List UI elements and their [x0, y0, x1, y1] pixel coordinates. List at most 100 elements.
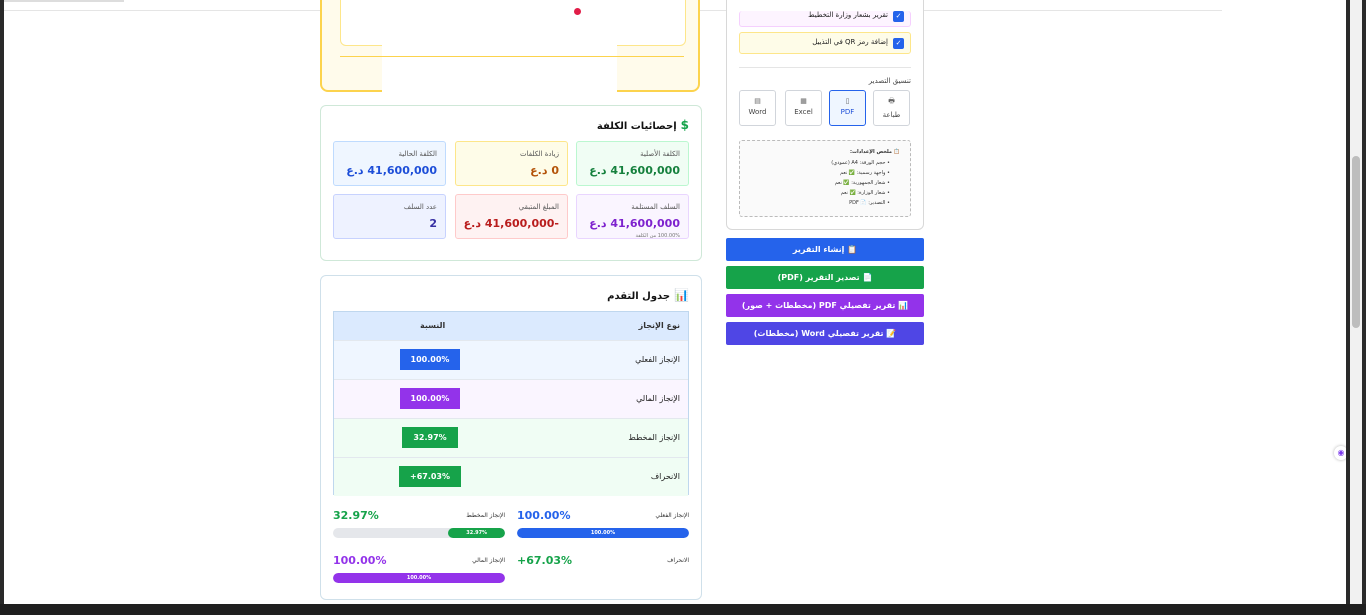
table-row: الإنجاز الفعلي 100.00% — [334, 340, 688, 379]
excel-icon: ▦ — [800, 97, 807, 105]
action-button[interactable]: 📊 تقرير تفصيلي PDF (مخططات + صور) — [726, 294, 924, 317]
progress-bar-fill: 32.97% — [448, 528, 505, 538]
progress-bar-fill: 100.00% — [333, 573, 505, 583]
stat-label: المبلغ المتبقي — [518, 203, 559, 211]
report-preview-card — [320, 0, 700, 96]
row-name: الانحراف — [650, 472, 680, 481]
settings-checkbox-row[interactable]: ✓ إضافة رمز QR في التذييل — [739, 32, 911, 54]
action-button[interactable]: 📋 إنشاء التقرير — [726, 238, 924, 261]
header-percent: النسبة — [420, 321, 446, 330]
top-tab-stub — [4, 0, 124, 2]
assistant-icon[interactable]: ◉ — [1334, 446, 1346, 460]
header-type: نوع الإنجاز — [638, 321, 680, 330]
progress-bar-value: +67.03% — [517, 554, 573, 567]
stat-label: السلف المستلمة — [631, 203, 680, 211]
format-option-label: PDF — [840, 108, 855, 116]
format-option-label: طباعة — [882, 111, 901, 119]
stat-box: السلف المستلمة 41,600,000 د.ع 100.00% من ا… — [576, 194, 689, 239]
browser-viewport: $إحصائيات الكلفة الكلفة الأصلية 41,600,00… — [4, 0, 1346, 604]
preview-divider — [340, 56, 684, 57]
summary-line: • حجم الورقة: A4 (عمودي) — [831, 160, 890, 166]
progress-table: نوع الإنجاز النسبة الإنجاز الفعلي 100.00%… — [333, 311, 689, 496]
stat-label: عدد السلف — [403, 203, 437, 211]
dollar-icon: $ — [680, 118, 689, 132]
summary-line: • شعار الجمهورية: ✅ نعم — [834, 180, 890, 186]
stat-label: الكلفة الأصلية — [640, 150, 680, 158]
row-percent-badge: 100.00% — [400, 349, 460, 370]
printer-icon: 🖶 — [888, 97, 895, 105]
progress-bar-value: 100.00% — [517, 509, 571, 522]
row-name: الإنجاز الفعلي — [635, 355, 680, 364]
progress-bar-block: الإنجاز الفعلي 100.00% 100.00% — [517, 509, 689, 541]
report-preview-image — [382, 0, 617, 96]
stat-box: المبلغ المتبقي -41,600,000 د.ع — [455, 194, 568, 239]
bar-chart-icon: 📊 — [674, 288, 689, 302]
format-option-label: Word — [748, 108, 767, 116]
stat-box: زيادة الكلفات 0 د.ع — [455, 141, 568, 186]
summary-line: • التصدير: 📄 PDF — [849, 200, 890, 206]
stat-box: الكلفة الحالية 41,600,000 د.ع — [333, 141, 446, 186]
stat-value: 41,600,000 د.ع — [346, 164, 437, 177]
progress-bar-block: الإنجاز المالي 100.00% 100.00% — [333, 554, 505, 586]
stat-box: الكلفة الأصلية 41,600,000 د.ع — [576, 141, 689, 186]
export-format-label: تنسيق التصدير — [868, 77, 911, 85]
scrollbar-thumb[interactable] — [1352, 156, 1360, 328]
format-option-طباعة[interactable]: 🖶 طباعة — [873, 90, 910, 126]
row-name: الإنجاز المخطط — [628, 433, 680, 442]
row-name: الإنجاز المالي — [636, 394, 680, 403]
settings-checkbox-row[interactable]: ✓ تقرير بشعار وزارة التخطيط — [739, 11, 911, 27]
progress-bar-label: الإنجاز المالي — [472, 557, 505, 564]
stat-box: عدد السلف 2 — [333, 194, 446, 239]
stat-label: الكلفة الحالية — [398, 150, 437, 158]
progress-table-title: 📊جدول التقدم — [607, 288, 689, 302]
stat-value: -41,600,000 د.ع — [463, 217, 559, 230]
checkbox-label: إضافة رمز QR في التذييل — [812, 38, 888, 46]
progress-bar-value: 32.97% — [333, 509, 379, 522]
settings-divider — [739, 67, 911, 68]
progress-bar-track: 32.97% — [333, 528, 505, 538]
stat-value: 41,600,000 د.ع — [589, 164, 680, 177]
action-button[interactable]: 📄 تصدير التقرير (PDF) — [726, 266, 924, 289]
format-option-word[interactable]: ▤ Word — [739, 90, 776, 126]
taskbar — [0, 604, 1366, 615]
summary-title: 📋 ملخص الإعدادات: — [849, 149, 900, 155]
progress-bar-label: الانحراف — [667, 557, 689, 564]
pdf-file-icon: ▯ — [845, 97, 850, 105]
cost-stats-card: $إحصائيات الكلفة الكلفة الأصلية 41,600,00… — [320, 105, 702, 261]
row-percent-badge: +67.03% — [399, 466, 461, 487]
progress-bar-label: الإنجاز الفعلي — [655, 512, 689, 519]
progress-bar-label: الإنجاز المخطط — [466, 512, 505, 519]
summary-line: • شعار الوزارة: ✅ نعم — [840, 190, 890, 196]
table-row: الانحراف +67.03% — [334, 457, 688, 496]
row-percent-badge: 32.97% — [402, 427, 458, 448]
table-header: نوع الإنجاز النسبة — [334, 312, 688, 340]
word-icon: ▤ — [754, 97, 761, 105]
stat-value: 2 — [429, 217, 437, 230]
stat-label: زيادة الكلفات — [520, 150, 559, 158]
progress-bar-track: 100.00% — [333, 573, 505, 583]
stat-subtext: 100.00% من الكلفة — [635, 233, 680, 239]
progress-table-card: 📊جدول التقدم نوع الإنجاز النسبة الإنجاز … — [320, 275, 702, 600]
stat-value: 0 د.ع — [530, 164, 559, 177]
cost-stats-title: $إحصائيات الكلفة — [596, 118, 689, 132]
row-percent-badge: 100.00% — [400, 388, 460, 409]
table-row: الإنجاز المالي 100.00% — [334, 379, 688, 418]
stat-value: 41,600,000 د.ع — [589, 217, 680, 230]
summary-line: • واجهة رسمية: ✅ نعم — [840, 170, 890, 176]
checkbox-label: تقرير بشعار وزارة التخطيط — [808, 11, 888, 19]
progress-bar-block: الانحراف +67.03% — [517, 554, 689, 586]
progress-bar-value: 100.00% — [333, 554, 387, 567]
logo-fragment-icon — [574, 8, 581, 15]
settings-summary: 📋 ملخص الإعدادات: • حجم الورقة: A4 (عمود… — [739, 140, 911, 217]
right-gutter — [1222, 0, 1346, 604]
checkbox[interactable]: ✓ — [893, 38, 904, 49]
format-option-excel[interactable]: ▦ Excel — [785, 90, 822, 126]
progress-bar-fill: 100.00% — [517, 528, 689, 538]
format-option-pdf[interactable]: ▯ PDF — [829, 90, 866, 126]
report-settings-panel: ✓ تقرير بشعار وزارة التخطيط ✓ إضافة رمز QR … — [726, 0, 924, 230]
checkbox[interactable]: ✓ — [893, 11, 904, 22]
progress-bar-block: الإنجاز المخطط 32.97% 32.97% — [333, 509, 505, 541]
format-option-label: Excel — [794, 108, 813, 116]
progress-bar-track: 100.00% — [517, 528, 689, 538]
action-button[interactable]: 📝 تقرير تفصيلي Word (مخططات) — [726, 322, 924, 345]
